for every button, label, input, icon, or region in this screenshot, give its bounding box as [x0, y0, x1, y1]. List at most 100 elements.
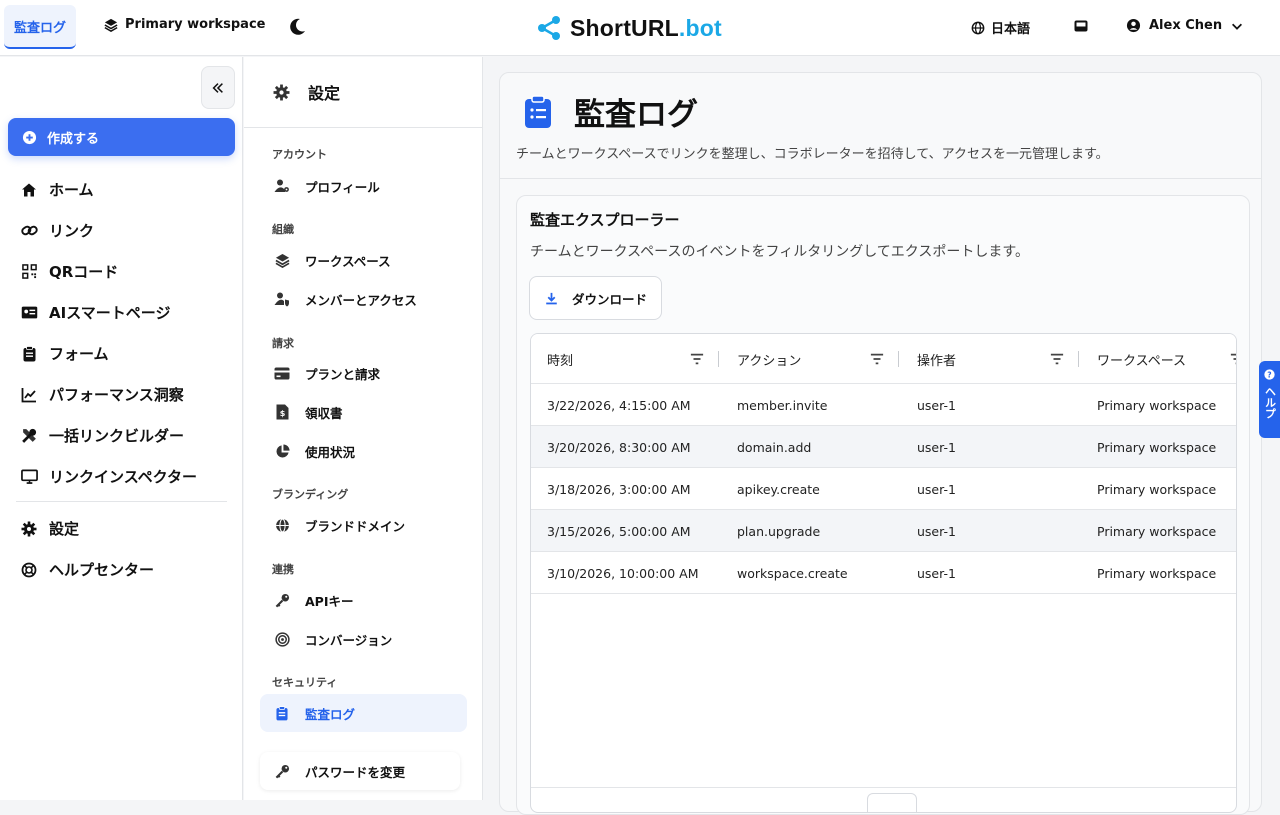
sidebar-secondary-nav: 設定 ヘルプセンター — [20, 508, 230, 590]
help-tab[interactable]: ? ヘルプ — [1259, 361, 1280, 438]
key-icon — [275, 764, 289, 778]
create-button[interactable]: 作成する — [8, 118, 235, 156]
table-header: 時刻 アクション 操作者 ワークスペース — [531, 334, 1237, 384]
column-header-label: ワークスペース — [1097, 353, 1187, 369]
sidebar-item-label: 一括リンクビルダー — [49, 427, 185, 445]
tab-audit-log-label: 監査ログ — [13, 20, 66, 36]
sidebar-nav: ホーム リンク QRコード AIスマートページ フォーム パフォーマンス洞察 一… — [20, 169, 230, 497]
sidebar-item-help-center[interactable]: ヘルプセンター — [20, 549, 230, 590]
user-gear-icon — [274, 179, 289, 192]
settings-item-conversions[interactable]: コンバージョン — [260, 620, 467, 658]
section-branding: ブランディング — [272, 488, 349, 501]
table-row[interactable]: 3/15/2026, 5:00:00 AM plan.upgrade user-… — [531, 510, 1236, 552]
globe-icon — [971, 21, 985, 34]
cell-actor: user-1 — [917, 397, 956, 413]
settings-item-change-password[interactable]: パスワードを変更 — [260, 752, 460, 790]
cell-action: plan.upgrade — [737, 523, 821, 539]
settings-item-workspaces[interactable]: ワークスペース — [260, 241, 467, 279]
filter-icon[interactable] — [870, 352, 884, 366]
explorer-title: 監査エクスプローラー — [530, 211, 680, 229]
filter-icon[interactable] — [1050, 352, 1064, 366]
sidebar-item-performance-insights[interactable]: パフォーマンス洞察 — [20, 374, 230, 415]
table-row[interactable]: 3/20/2026, 8:30:00 AM domain.add user-1 … — [531, 426, 1236, 468]
svg-text:$: $ — [279, 409, 285, 418]
logo-main: ShortURL — [570, 14, 679, 41]
language-switcher[interactable]: 日本語 — [971, 18, 1030, 37]
sidebar-item-qr-codes[interactable]: QRコード — [20, 251, 230, 292]
settings-item-api-keys[interactable]: APIキー — [260, 581, 467, 619]
sidebar-item-link-inspector[interactable]: リンクインスペクター — [20, 456, 230, 497]
sidebar-item-home[interactable]: ホーム — [20, 169, 230, 210]
settings-item-brand-domain[interactable]: ブランドドメイン — [260, 506, 467, 544]
settings-item-label: APIキー — [305, 593, 354, 609]
cell-actor: user-1 — [917, 565, 956, 581]
explorer-subtitle: チームとワークスペースのイベントをフィルタリングしてエクスポートします。 — [530, 244, 1029, 260]
settings-item-audit-log[interactable]: 監査ログ — [260, 694, 467, 732]
sidebar-item-label: パフォーマンス洞察 — [49, 386, 184, 404]
table-row[interactable]: 3/22/2026, 4:15:00 AM member.invite user… — [531, 384, 1236, 426]
sidebar-item-settings[interactable]: 設定 — [20, 508, 230, 549]
sidebar-item-label: リンクインスペクター — [49, 468, 198, 486]
sidebar-item-links[interactable]: リンク — [20, 210, 230, 251]
settings-header: 設定 — [244, 57, 483, 128]
settings-item-profile[interactable]: プロフィール — [260, 167, 467, 205]
column-header-label: 時刻 — [547, 353, 574, 369]
question-circle-icon: ? — [1264, 369, 1275, 380]
sidebar-item-forms[interactable]: フォーム — [20, 333, 230, 374]
cell-action: workspace.create — [737, 565, 848, 581]
sidebar-item-bulk-link-builder[interactable]: 一括リンクビルダー — [20, 415, 230, 456]
section-billing: 請求 — [272, 337, 294, 350]
cell-action: domain.add — [737, 439, 812, 455]
main-content: 監査ログ チームとワークスペースでリンクを整理し、コラボレーターを招待して、アク… — [484, 57, 1280, 815]
table-row[interactable]: 3/18/2026, 3:00:00 AM apikey.create user… — [531, 468, 1236, 510]
cell-time: 3/20/2026, 8:30:00 AM — [547, 439, 691, 455]
gear-icon — [21, 521, 37, 536]
table-row[interactable]: 3/10/2026, 10:00:00 AM workspace.create … — [531, 552, 1236, 594]
settings-item-receipts[interactable]: $ 領収書 — [260, 393, 467, 431]
settings-item-label: ブランドドメイン — [305, 518, 406, 534]
settings-item-members[interactable]: メンバーとアクセス — [260, 280, 467, 318]
moon-icon[interactable] — [287, 17, 307, 37]
cell-time: 3/10/2026, 10:00:00 AM — [547, 565, 699, 581]
column-header-label: アクション — [737, 353, 802, 369]
page-size-select[interactable] — [867, 793, 917, 812]
logo[interactable]: ShortURL.bot — [536, 14, 722, 42]
clipboard-list-icon — [276, 705, 288, 720]
tab-audit-log[interactable]: 監査ログ — [4, 5, 76, 49]
column-header-actor[interactable]: 操作者 — [917, 334, 1097, 384]
sidebar-item-ai-smart-pages[interactable]: AIスマートページ — [20, 292, 230, 333]
cell-time: 3/15/2026, 5:00:00 AM — [547, 523, 691, 539]
section-integrations: 連携 — [272, 563, 294, 576]
workspace-switcher[interactable]: Primary workspace — [104, 17, 265, 32]
column-divider[interactable] — [1078, 351, 1079, 367]
audit-log-card: 監査ログ チームとワークスペースでリンクを整理し、コラボレーターを招待して、アク… — [499, 72, 1262, 815]
settings-item-label: 使用状況 — [305, 444, 356, 460]
column-divider[interactable] — [898, 351, 899, 367]
settings-item-usage[interactable]: 使用状況 — [260, 432, 467, 470]
settings-title: 設定 — [308, 84, 341, 103]
user-menu[interactable]: Alex Chen — [1126, 18, 1244, 33]
column-divider[interactable] — [718, 351, 719, 367]
workspace-name: Primary workspace — [125, 17, 266, 32]
column-header-time[interactable]: 時刻 — [547, 334, 727, 384]
top-bar: 監査ログ Primary workspace ShortURL.bot 日本語 … — [0, 0, 1280, 56]
pie-chart-icon — [275, 443, 290, 458]
column-header-action[interactable]: アクション — [737, 334, 917, 384]
sidebar-divider — [16, 501, 227, 502]
sidebar-item-label: AIスマートページ — [49, 304, 171, 322]
filter-icon[interactable] — [690, 352, 704, 366]
filter-icon[interactable] — [1230, 352, 1237, 366]
clipboard-icon — [23, 345, 35, 361]
audit-explorer: 監査エクスプローラー チームとワークスペースのイベントをフィルタリングしてエクス… — [516, 195, 1250, 815]
settings-panel: 設定 アカウント プロフィール 組織 ワークスペース メンバーとアクセス 請求 … — [244, 57, 483, 800]
download-button[interactable]: ダウンロード — [529, 276, 662, 320]
settings-item-plans[interactable]: プランと請求 — [260, 354, 467, 392]
page-title: 監査ログ — [574, 97, 698, 133]
tools-icon — [21, 428, 36, 443]
download-icon — [546, 292, 557, 304]
logo-icon — [538, 16, 560, 40]
collapse-sidebar-button[interactable] — [201, 66, 235, 109]
inbox-icon[interactable] — [1073, 18, 1089, 34]
column-header-workspace[interactable]: ワークスペース — [1097, 334, 1237, 384]
settings-item-label: ワークスペース — [305, 253, 391, 269]
